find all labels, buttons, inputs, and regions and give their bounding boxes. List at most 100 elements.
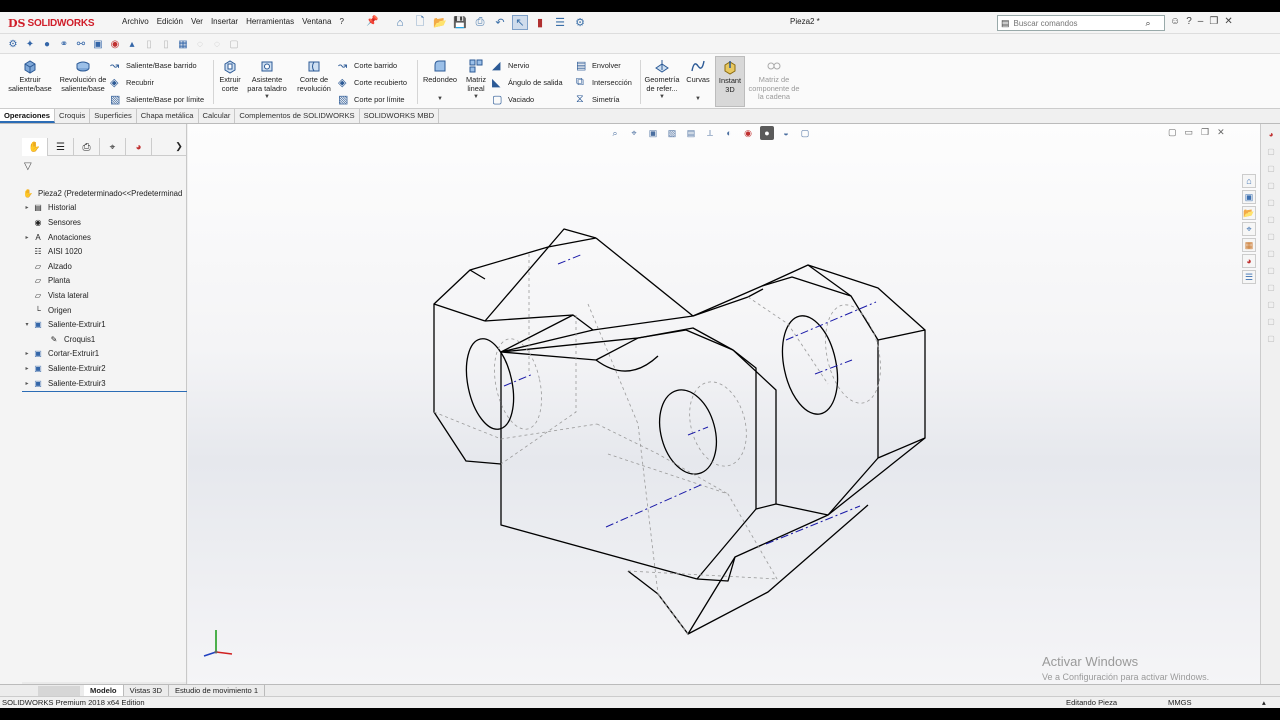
close-icon[interactable]: ✕ — [1224, 16, 1232, 27]
property-manager-tab-icon[interactable]: ☰ — [48, 138, 74, 156]
graphics-area[interactable]: ⌕ ⌖ ▣ ▧ ▤ ⟂ ◐ ◉ ● ◒ ▢ ▢ ▭ ❐ ✕ Activar Wi… — [188, 124, 1260, 685]
tab-croquis[interactable]: Croquis — [55, 109, 91, 123]
feature-manager-tab-icon[interactable]: ✋ — [22, 138, 48, 156]
search-icon[interactable]: ⌕ — [1146, 18, 1151, 29]
expand-icon[interactable]: ▸ — [22, 380, 32, 387]
corte-revolucion-button[interactable]: Corte de revolución — [292, 58, 336, 93]
open-folder-icon[interactable]: 📂 — [1242, 206, 1256, 220]
expand-icon[interactable]: ▸ — [22, 365, 32, 372]
task-pane-item-7-icon[interactable]: ▢ — [1264, 246, 1278, 260]
asistente-taladro-button[interactable]: Asistente para taladro ▼ — [247, 58, 287, 102]
assembly-icon[interactable]: ⚙ — [6, 37, 20, 51]
task-pane-item-10-icon[interactable]: ▢ — [1264, 297, 1278, 311]
calibrate-icon[interactable]: ▦ — [176, 37, 190, 51]
rollback-bar[interactable] — [22, 391, 187, 392]
tree-item-croquis1[interactable]: ✎ Croquis1 — [22, 332, 186, 347]
tree-root-part[interactable]: ✋ Pieza2 (Predeterminado<<Predeterminad — [22, 186, 186, 201]
extruir-corte-button[interactable]: Extruir corte — [215, 58, 245, 93]
menu-help[interactable]: ? — [335, 17, 347, 26]
menu-archivo[interactable]: Archivo — [118, 17, 153, 26]
tree-item-alzado[interactable]: ▱ Alzado — [22, 259, 186, 274]
crosshair-icon[interactable]: ⌖ — [1242, 222, 1256, 236]
tab-estudio-movimiento[interactable]: Estudio de movimiento 1 — [169, 685, 266, 696]
search-scope-icon[interactable]: ▤ — [1001, 18, 1010, 29]
task-pane-item-12-icon[interactable]: ▢ — [1264, 331, 1278, 345]
tree-item-cortar-extruir1[interactable]: ▸ ▣ Cortar-Extruir1 — [22, 347, 186, 362]
tab-operaciones[interactable]: Operaciones — [0, 109, 56, 123]
tree-item-origen[interactable]: └ Origen — [22, 303, 186, 318]
tab-superficies[interactable]: Superficies — [90, 109, 137, 123]
display-manager-tab-icon[interactable]: ◕ — [126, 138, 152, 156]
tree-item-material[interactable]: ☷ AISI 1020 — [22, 244, 186, 259]
curvas-button[interactable]: Curvas ▼ — [684, 58, 712, 103]
task-pane-item-2-icon[interactable]: ▢ — [1264, 161, 1278, 175]
matriz-lineal-button[interactable]: Matriz lineal ▼ — [462, 58, 490, 102]
tree-item-anotaciones[interactable]: ▸ A Anotaciones — [22, 230, 186, 245]
palette-icon[interactable]: ▦ — [1242, 238, 1256, 252]
tab-chapa-metalica[interactable]: Chapa metálica — [137, 109, 199, 123]
file-properties-icon[interactable]: ☰ — [552, 15, 568, 30]
tree-item-vista-lateral[interactable]: ▱ Vista lateral — [22, 288, 186, 303]
menu-insertar[interactable]: Insertar — [207, 17, 242, 26]
home-icon[interactable]: ⌂ — [392, 15, 408, 30]
tree-item-sensores[interactable]: ◉ Sensores — [22, 215, 186, 230]
corte-barrido-button[interactable]: ↝ Corte barrido — [338, 59, 397, 72]
task-pane-item-9-icon[interactable]: ▢ — [1264, 280, 1278, 294]
matriz-lineal-dropdown-icon[interactable]: ▼ — [473, 93, 479, 102]
status-units[interactable]: MMGS — [1168, 698, 1192, 707]
expand-icon[interactable]: ▸ — [22, 204, 32, 211]
saliente-limite-button[interactable]: ▧ Saliente/Base por límite — [110, 93, 204, 106]
revolucion-saliente-button[interactable]: Revolución de saliente/base — [58, 58, 108, 93]
tree-item-saliente-extruir2[interactable]: ▸ ▣ Saliente-Extruir2 — [22, 361, 186, 376]
select-pointer-icon[interactable]: ↖ — [512, 15, 528, 30]
corte-recubierto-button[interactable]: ◈ Corte recubierto — [338, 76, 407, 89]
redondeo-button[interactable]: Redondeo ▼ — [420, 58, 460, 103]
traffic-light-icon[interactable]: ▮ — [532, 15, 548, 30]
tab-complementos[interactable]: Complementos de SOLIDWORKS — [235, 109, 360, 123]
task-pane-item-8-icon[interactable]: ▢ — [1264, 263, 1278, 277]
pin-icon[interactable]: 📌 — [366, 16, 378, 28]
help-icon[interactable]: ? — [1186, 16, 1192, 27]
pin-tool-icon[interactable]: ▴ — [125, 37, 139, 51]
menu-ventana[interactable]: Ventana — [298, 17, 335, 26]
menu-herramientas[interactable]: Herramientas — [242, 17, 298, 26]
menu-edicion[interactable]: Edición — [153, 17, 187, 26]
home-view-icon[interactable]: ⌂ — [1242, 174, 1256, 188]
angulo-salida-button[interactable]: ◣ Ángulo de salida — [492, 76, 563, 89]
toolbox-icon[interactable]: ▣ — [91, 37, 105, 51]
undo-icon[interactable]: ↶ — [492, 15, 508, 30]
envolver-button[interactable]: ▤ Envolver — [576, 59, 621, 72]
task-pane-item-6-icon[interactable]: ▢ — [1264, 229, 1278, 243]
mate-icon[interactable]: ⚭ — [57, 37, 71, 51]
geometria-referencia-button[interactable]: Geometría de refer... ▼ — [643, 58, 681, 102]
part-icon[interactable]: ● — [40, 37, 54, 51]
solidworks-logo[interactable]: DS SOLIDWORKS — [8, 16, 103, 30]
collapse-icon[interactable]: ▾ — [22, 321, 32, 328]
search-commands-input[interactable] — [1013, 18, 1146, 28]
curvas-dropdown-icon[interactable]: ▼ — [695, 95, 701, 104]
expand-icon[interactable]: ▸ — [22, 350, 32, 357]
appearance-icon[interactable]: ◉ — [108, 37, 122, 51]
task-pane-item-3-icon[interactable]: ▢ — [1264, 178, 1278, 192]
options-gear-icon[interactable]: ⚙ — [572, 15, 588, 30]
extruir-saliente-button[interactable]: Extruir saliente/base — [6, 58, 54, 93]
part-box-icon[interactable]: ▣ — [1242, 190, 1256, 204]
task-pane-item-1-icon[interactable]: ▢ — [1264, 144, 1278, 158]
new-document-icon[interactable]: 🗋 — [412, 15, 428, 30]
tree-item-historial[interactable]: ▸ ▤ Historial — [22, 201, 186, 216]
smart-mates-icon[interactable]: ✦ — [23, 37, 37, 51]
corte-limite-button[interactable]: ▧ Corte por límite — [338, 93, 405, 106]
task-pane-item-5-icon[interactable]: ▢ — [1264, 212, 1278, 226]
print-icon[interactable]: ⎙ — [472, 15, 488, 30]
recubrir-button[interactable]: ◈ Recubrir — [110, 76, 154, 89]
filter-icon[interactable]: ▽ — [24, 161, 32, 172]
tree-item-saliente-extruir1[interactable]: ▾ ▣ Saliente-Extruir1 — [22, 317, 186, 332]
saliente-barrido-button[interactable]: ↝ Saliente/Base barrido — [110, 59, 197, 72]
task-pane-item-11-icon[interactable]: ▢ — [1264, 314, 1278, 328]
dimxpert-tab-icon[interactable]: ⌖ — [100, 138, 126, 156]
tab-calcular[interactable]: Calcular — [199, 109, 236, 123]
part-model-view[interactable] — [188, 124, 1260, 685]
linked-icon[interactable]: ⚯ — [74, 37, 88, 51]
chevron-right-icon[interactable]: ❯ — [172, 138, 186, 155]
task-pane-appearance-icon[interactable]: ◕ — [1264, 127, 1278, 141]
